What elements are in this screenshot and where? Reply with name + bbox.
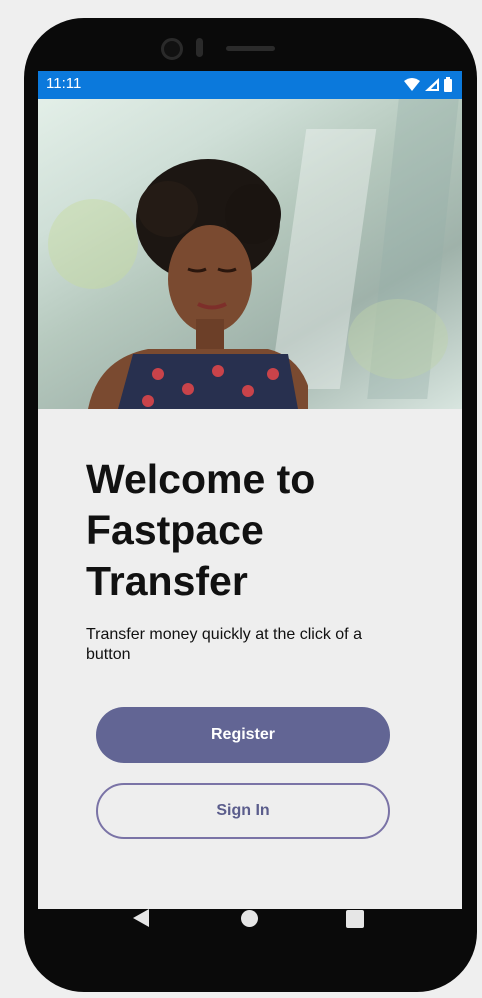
status-time: 11:11 xyxy=(46,75,82,92)
page-title: Welcome to Fastpace Transfer xyxy=(86,456,316,604)
phone-frame: 11:11 Welcome to Fastpace Transfer Trans… xyxy=(24,18,477,992)
page-subtitle: Transfer money quickly at the click of a… xyxy=(86,626,362,663)
recent-apps-icon[interactable] xyxy=(346,910,364,928)
earpiece-speaker xyxy=(226,46,275,51)
battery-icon xyxy=(444,77,452,92)
wifi-icon xyxy=(404,78,420,91)
back-icon[interactable] xyxy=(133,909,149,927)
front-camera xyxy=(161,38,183,60)
sign-in-button[interactable]: Sign In xyxy=(96,783,390,839)
home-icon[interactable] xyxy=(241,910,258,927)
signal-icon xyxy=(425,78,439,91)
status-icons xyxy=(404,77,452,92)
register-button[interactable]: Register xyxy=(96,707,390,763)
welcome-card: Welcome to Fastpace Transfer Transfer mo… xyxy=(38,409,462,909)
app-screen: 11:11 Welcome to Fastpace Transfer Trans… xyxy=(38,71,462,909)
hero-image xyxy=(38,99,462,409)
woman-photo xyxy=(88,159,308,409)
proximity-sensor xyxy=(196,38,203,57)
status-bar: 11:11 xyxy=(38,71,462,99)
